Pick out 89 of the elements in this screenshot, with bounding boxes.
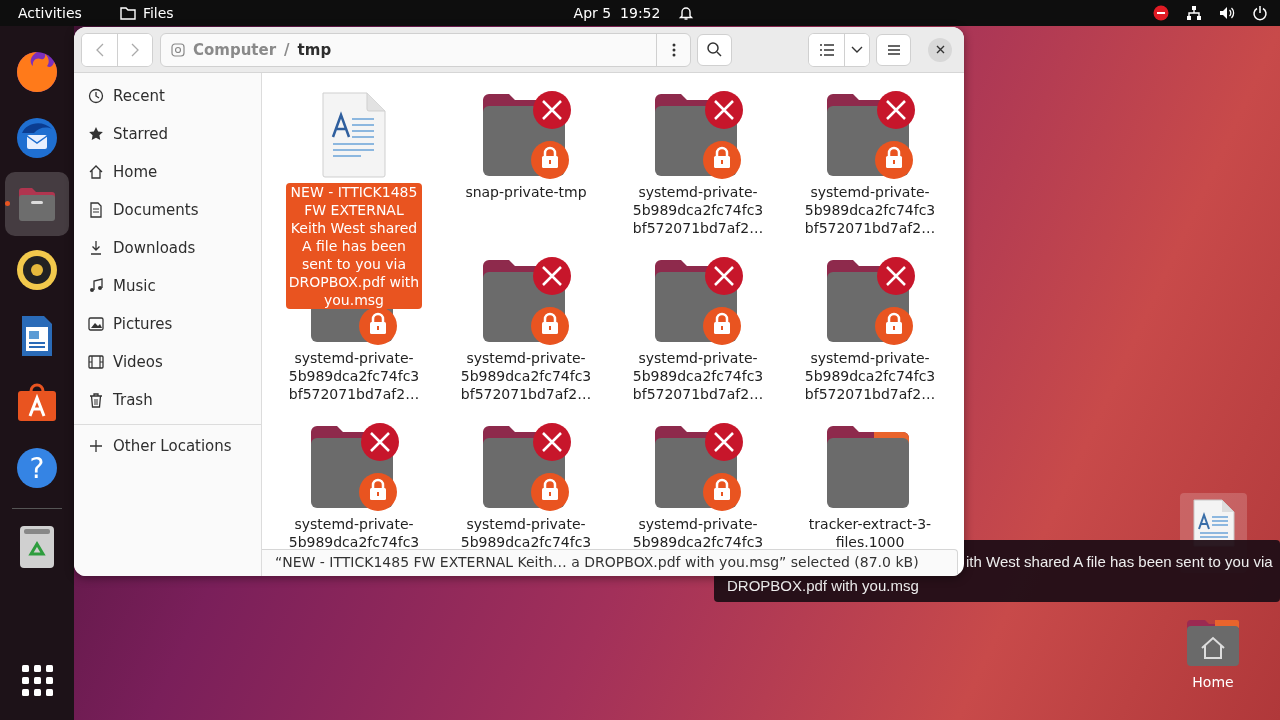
sidebar-item[interactable]: Trash [74,381,261,419]
search-button[interactable] [697,33,732,66]
close-icon [935,45,945,54]
network-icon[interactable] [1186,5,1202,21]
sidebar-item[interactable]: Documents [74,191,261,229]
star-icon [88,126,104,142]
app-grid-icon [21,664,53,696]
sidebar-item[interactable]: Other Locations [74,427,261,465]
padlock-badge-icon [531,473,569,511]
padlock-badge-icon [875,307,913,345]
sidebar-item[interactable]: Music [74,267,261,305]
status-bar: “NEW - ITTICK1485 FW EXTERNAL Keith… a DROPBOX.pdf with you.msg” selected (87.0 kB) [262,549,958,576]
file-name[interactable]: systemd-private- 5b989dca2fc74fc3 [457,515,595,551]
file-name[interactable]: NEW - ITTICK1485 FW EXTERNAL Keith West shared A file has been sent to you via DROPBOX.pdf with you.msg [285,183,423,309]
padlock-badge-icon [359,307,397,345]
file-name[interactable]: systemd-private- 5b989dca2fc74fc3 bf572071bd7af2… [629,349,767,403]
no-entry-icon[interactable] [1153,5,1169,21]
drive-icon [171,42,185,57]
file-name[interactable]: systemd-private- 5b989dca2fc74fc3 bf572071bd7af2… [457,349,595,403]
bell-icon[interactable] [678,5,695,21]
padlock-badge-icon [875,141,913,179]
document-icon [88,202,104,218]
tooltip-text: ith West shared A file has been sent to you via [966,552,1273,572]
error-badge-icon [705,423,743,461]
plus-icon [88,438,104,454]
power-icon[interactable] [1252,5,1268,21]
file-name[interactable]: systemd-private- 5b989dca2fc74fc3 [629,515,767,551]
running-indicator [5,201,10,206]
kebab-icon [671,42,676,57]
file-name[interactable]: tracker-extract-3- files.1000 [805,515,935,551]
error-badge-icon [705,257,743,295]
clock[interactable]: Apr 5 19:52 [573,5,661,21]
padlock-badge-icon [531,141,569,179]
padlock-badge-icon [531,307,569,345]
sidebar-item[interactable]: Videos [74,343,261,381]
browser-globe-icon [14,49,60,95]
film-icon [88,354,104,370]
volume-icon[interactable] [1219,5,1235,21]
error-badge-icon [533,423,571,461]
home-icon [88,164,104,180]
error-badge-icon [533,257,571,295]
home-folder-icon[interactable] [1185,618,1241,666]
recycle-bin-icon [17,524,57,570]
tooltip-text: DROPBOX.pdf with you.msg [727,576,919,596]
dock-item[interactable]: ? [5,436,69,500]
clock-icon [88,88,104,104]
padlock-badge-icon [703,307,741,345]
chevron-right-icon [131,42,139,57]
padlock-badge-icon [703,473,741,511]
sidebar-item[interactable]: Home [74,153,261,191]
error-badge-icon [361,423,399,461]
activities-button[interactable]: Activities [0,5,100,21]
chevron-left-icon [95,42,104,57]
music-note-icon [88,278,104,294]
document-icon [319,90,389,180]
padlock-badge-icon [359,473,397,511]
sidebar-item[interactable]: Downloads [74,229,261,267]
speaker-icon [14,247,60,293]
file-name[interactable]: snap-private-tmp [462,183,590,201]
file-name[interactable]: systemd-private- 5b989dca2fc74fc3 bf572071bd7af2… [801,183,939,237]
error-badge-icon [877,257,915,295]
picture-icon [88,316,104,332]
search-icon [707,42,722,57]
error-badge-icon [533,91,571,129]
trash-icon [88,392,104,408]
path-crumb[interactable]: tmp [297,40,332,59]
padlock-badge-icon [703,141,741,179]
list-icon [819,43,834,56]
sidebar-item[interactable]: Pictures [74,305,261,343]
desktop-item-label[interactable]: Home [1192,674,1234,690]
error-badge-icon [705,91,743,129]
file-name[interactable]: systemd-private- 5b989dca2fc74fc3 bf572071bd7af2… [285,349,423,403]
view-options-button[interactable] [844,33,869,66]
folder-icon [119,6,136,20]
chevron-down-icon [851,46,863,53]
file-name[interactable]: systemd-private- 5b989dca2fc74fc3 bf572071bd7af2… [801,349,939,403]
bird-envelope-icon [14,115,60,161]
help-icon: ? [14,445,60,491]
file-name[interactable]: systemd-private- 5b989dca2fc74fc3 [285,515,423,551]
sidebar-item[interactable]: Recent [74,77,261,115]
menu-button[interactable] [876,33,911,66]
app-menu[interactable]: Files [99,5,174,21]
sidebar-item[interactable]: Starred [74,115,261,153]
close-button[interactable] [928,37,952,62]
menu-icon [887,44,900,55]
file-name[interactable]: systemd-private- 5b989dca2fc74fc3 bf572071bd7af2… [629,183,767,237]
error-badge-icon [877,91,915,129]
download-icon [88,240,104,256]
path-separator: / [284,40,290,59]
